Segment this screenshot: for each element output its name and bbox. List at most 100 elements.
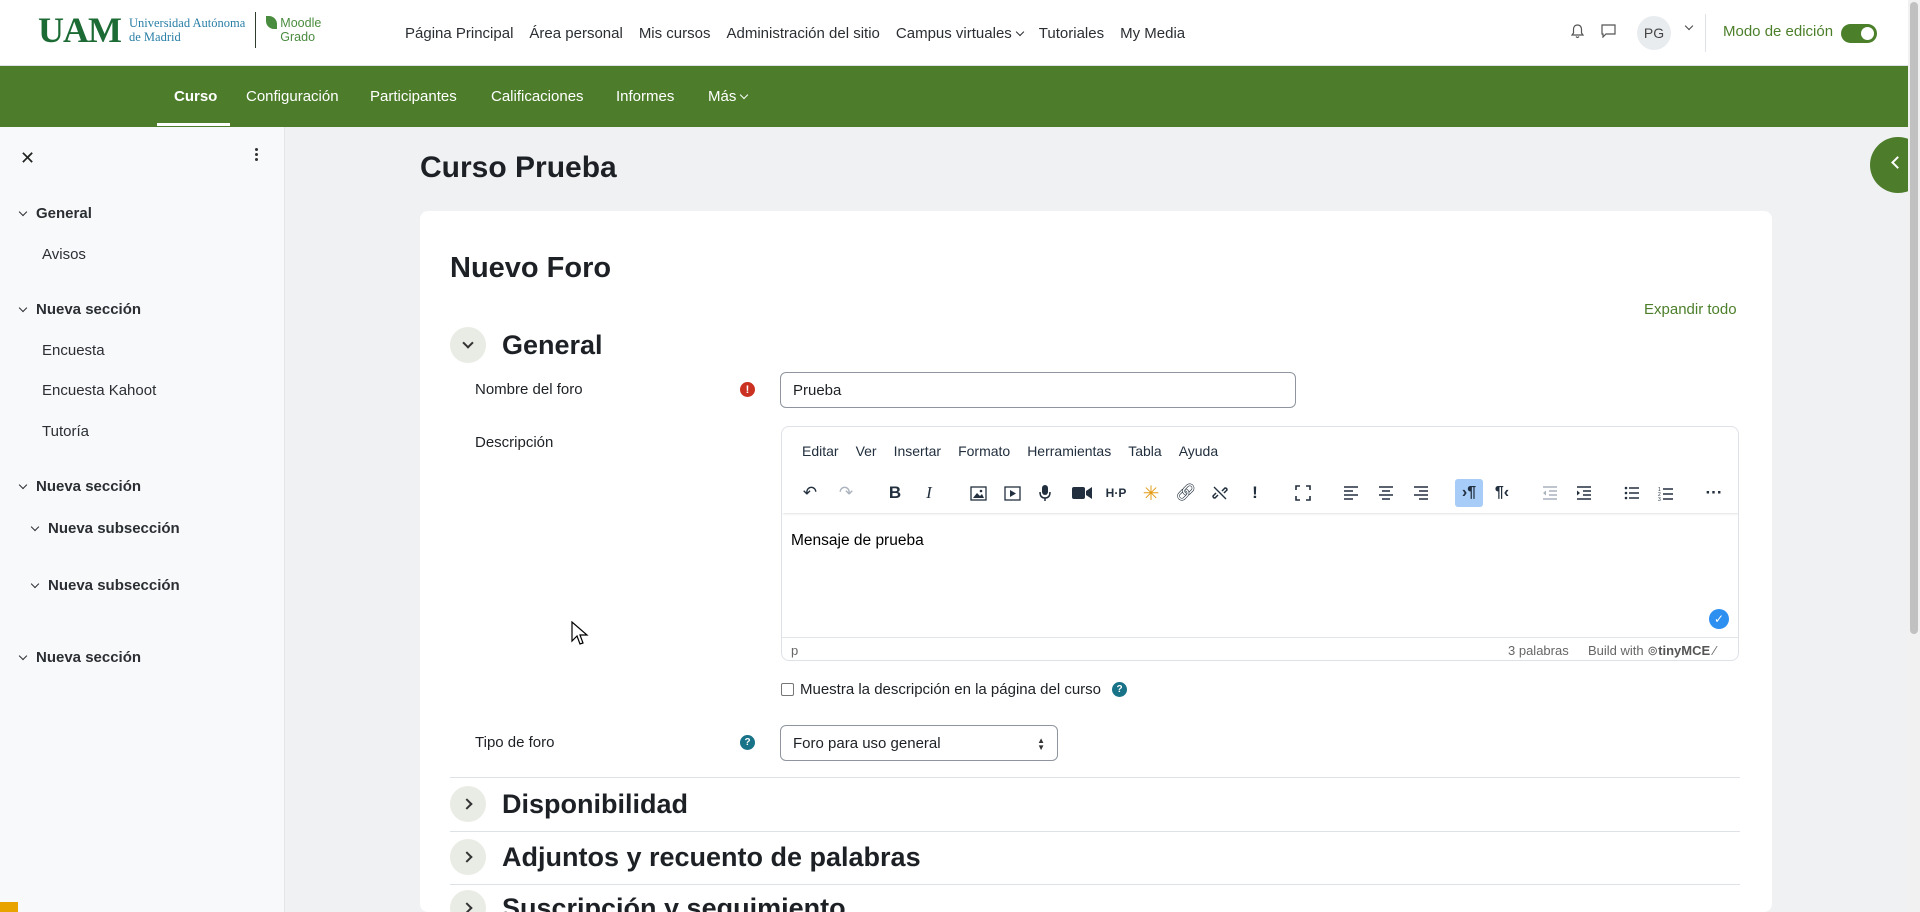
message-icon[interactable] bbox=[1601, 24, 1616, 38]
section-toggle[interactable] bbox=[450, 890, 486, 912]
tab-configuracion[interactable]: Configuración bbox=[246, 88, 339, 105]
chevron-down-icon[interactable] bbox=[18, 480, 28, 490]
section-disponibilidad-header[interactable]: Disponibilidad bbox=[450, 786, 688, 822]
sidebar-item-encuesta[interactable]: Encuesta bbox=[42, 342, 105, 359]
link-icon[interactable]: 🔗︎ bbox=[1172, 479, 1200, 507]
italic-icon[interactable]: I bbox=[915, 479, 943, 507]
tab-calificaciones[interactable]: Calificaciones bbox=[491, 88, 584, 105]
nav-my-media[interactable]: My Media bbox=[1120, 25, 1185, 42]
indent-icon[interactable] bbox=[1570, 479, 1598, 507]
section-suscripcion-header[interactable]: Suscripción y seguimiento bbox=[450, 890, 846, 912]
align-center-icon[interactable] bbox=[1372, 479, 1400, 507]
chevron-down-icon[interactable] bbox=[1684, 21, 1694, 31]
sidebar-section-general[interactable]: General bbox=[18, 205, 92, 222]
unlink-icon[interactable] bbox=[1206, 479, 1234, 507]
tinymce-branding[interactable]: Build with ⊚tinyMCE ⁄ bbox=[1588, 643, 1716, 659]
nav-pagina-principal[interactable]: Página Principal bbox=[405, 25, 513, 42]
align-right-icon[interactable] bbox=[1407, 479, 1435, 507]
resize-handle-icon[interactable]: ⁄ bbox=[1714, 643, 1716, 658]
element-path[interactable]: p bbox=[791, 643, 798, 658]
chevron-down-icon[interactable] bbox=[18, 303, 28, 313]
chevron-down-icon[interactable] bbox=[30, 522, 40, 532]
build-with-text: Build with bbox=[1588, 643, 1644, 658]
chevron-down-icon[interactable] bbox=[30, 579, 40, 589]
tab-informes[interactable]: Informes bbox=[616, 88, 674, 105]
chevron-down-icon bbox=[740, 90, 749, 100]
sidebar-item-tutoria[interactable]: Tutoría bbox=[42, 423, 89, 440]
redo-icon[interactable]: ↷ bbox=[832, 479, 860, 507]
bell-icon[interactable] bbox=[1571, 24, 1584, 39]
bold-icon[interactable]: B bbox=[881, 479, 909, 507]
edit-mode-toggle[interactable] bbox=[1841, 24, 1877, 43]
outdent-icon[interactable] bbox=[1536, 479, 1564, 507]
bullet-list-icon[interactable] bbox=[1618, 479, 1646, 507]
menu-editar[interactable]: Editar bbox=[802, 443, 839, 459]
undo-icon[interactable]: ↶ bbox=[796, 479, 824, 507]
course-index-drawer: ✕ General Avisos Nueva sección Encuesta … bbox=[0, 127, 285, 912]
fullscreen-icon[interactable] bbox=[1289, 479, 1317, 507]
section-general-header[interactable]: General bbox=[450, 327, 603, 363]
word-count[interactable]: 3 palabras bbox=[1508, 643, 1569, 658]
scrollbar-thumb[interactable] bbox=[1910, 2, 1918, 634]
media-icon[interactable] bbox=[998, 479, 1026, 507]
forum-type-select[interactable]: Foro para uso general ▲ ▼ bbox=[780, 725, 1058, 761]
kaltura-icon[interactable]: ✳ bbox=[1137, 479, 1165, 507]
chevron-down-icon[interactable] bbox=[18, 207, 28, 217]
help-icon[interactable]: ? bbox=[740, 735, 755, 750]
nav-tutoriales[interactable]: Tutoriales bbox=[1039, 25, 1104, 42]
section-toggle[interactable] bbox=[450, 839, 486, 875]
avatar[interactable]: PG bbox=[1637, 16, 1671, 50]
menu-tabla[interactable]: Tabla bbox=[1128, 443, 1161, 459]
expand-all-link[interactable]: Expandir todo bbox=[1644, 301, 1737, 318]
editor-content[interactable]: Mensaje de prueba bbox=[791, 532, 924, 550]
sidebar-section-nueva-seccion[interactable]: Nueva sección bbox=[18, 301, 142, 318]
numbered-list-icon[interactable]: 123 bbox=[1652, 479, 1680, 507]
menu-formato[interactable]: Formato bbox=[958, 443, 1010, 459]
nav-mis-cursos[interactable]: Mis cursos bbox=[639, 25, 711, 42]
sidebar-section-nueva-seccion[interactable]: Nueva sección bbox=[18, 649, 141, 666]
chevron-down-icon bbox=[462, 337, 474, 349]
sidebar-subsection-nueva-subseccion[interactable]: Nueva subsección bbox=[30, 577, 180, 594]
editor-menubar: Editar Ver Insertar Formato Herramientas… bbox=[802, 443, 1218, 459]
video-camera-icon[interactable] bbox=[1068, 479, 1096, 507]
menu-ayuda[interactable]: Ayuda bbox=[1179, 443, 1218, 459]
sidebar-section-nueva-seccion[interactable]: Nueva sección bbox=[18, 478, 141, 495]
close-icon[interactable]: ✕ bbox=[20, 148, 35, 169]
h5p-icon[interactable]: H·P bbox=[1102, 479, 1130, 507]
microphone-icon[interactable] bbox=[1031, 479, 1059, 507]
tab-mas[interactable]: Más bbox=[708, 88, 749, 105]
chevron-right-icon bbox=[460, 851, 473, 863]
chevron-down-icon[interactable] bbox=[18, 651, 28, 661]
tab-participantes[interactable]: Participantes bbox=[370, 88, 457, 105]
show-description-checkbox[interactable] bbox=[781, 683, 794, 696]
nav-administracion[interactable]: Administración del sitio bbox=[727, 25, 880, 42]
chevron-down-icon bbox=[1015, 27, 1025, 36]
nav-campus-virtuales[interactable]: Campus virtuales bbox=[896, 25, 1025, 42]
section-toggle[interactable] bbox=[450, 786, 486, 822]
menu-herramientas[interactable]: Herramientas bbox=[1027, 443, 1111, 459]
section-adjuntos-header[interactable]: Adjuntos y recuento de palabras bbox=[450, 839, 921, 875]
forum-name-input[interactable] bbox=[780, 372, 1296, 408]
sidebar-section-label: Nueva sección bbox=[36, 301, 142, 318]
university-line1: Universidad Autónoma bbox=[128, 16, 246, 30]
description-editor[interactable]: Editar Ver Insertar Formato Herramientas… bbox=[781, 426, 1739, 661]
more-icon[interactable]: ··· bbox=[1700, 479, 1728, 507]
show-description-label[interactable]: Muestra la descripción en la página del … bbox=[800, 681, 1101, 698]
tab-curso[interactable]: Curso bbox=[174, 88, 217, 105]
menu-insertar[interactable]: Insertar bbox=[894, 443, 941, 459]
page-scrollbar[interactable] bbox=[1908, 0, 1920, 912]
kebab-menu-icon[interactable] bbox=[255, 148, 259, 163]
sidebar-subsection-nueva-subseccion[interactable]: Nueva subsección bbox=[30, 520, 180, 537]
menu-ver[interactable]: Ver bbox=[856, 443, 877, 459]
sidebar-item-encuesta-kahoot[interactable]: Encuesta Kahoot bbox=[42, 382, 156, 399]
image-icon[interactable] bbox=[964, 479, 992, 507]
help-icon[interactable]: ? bbox=[1112, 682, 1127, 697]
sidebar-item-avisos[interactable]: Avisos bbox=[42, 246, 86, 263]
site-logo[interactable]: UAM Universidad Autónoma de Madrid Moodl… bbox=[38, 8, 321, 52]
ltr-icon[interactable]: ›¶ bbox=[1455, 479, 1483, 507]
section-toggle[interactable] bbox=[450, 327, 486, 363]
nav-area-personal[interactable]: Área personal bbox=[529, 25, 622, 42]
exclamation-icon[interactable]: ! bbox=[1241, 479, 1269, 507]
rtl-icon[interactable]: ¶‹ bbox=[1488, 479, 1516, 507]
align-left-icon[interactable] bbox=[1337, 479, 1365, 507]
